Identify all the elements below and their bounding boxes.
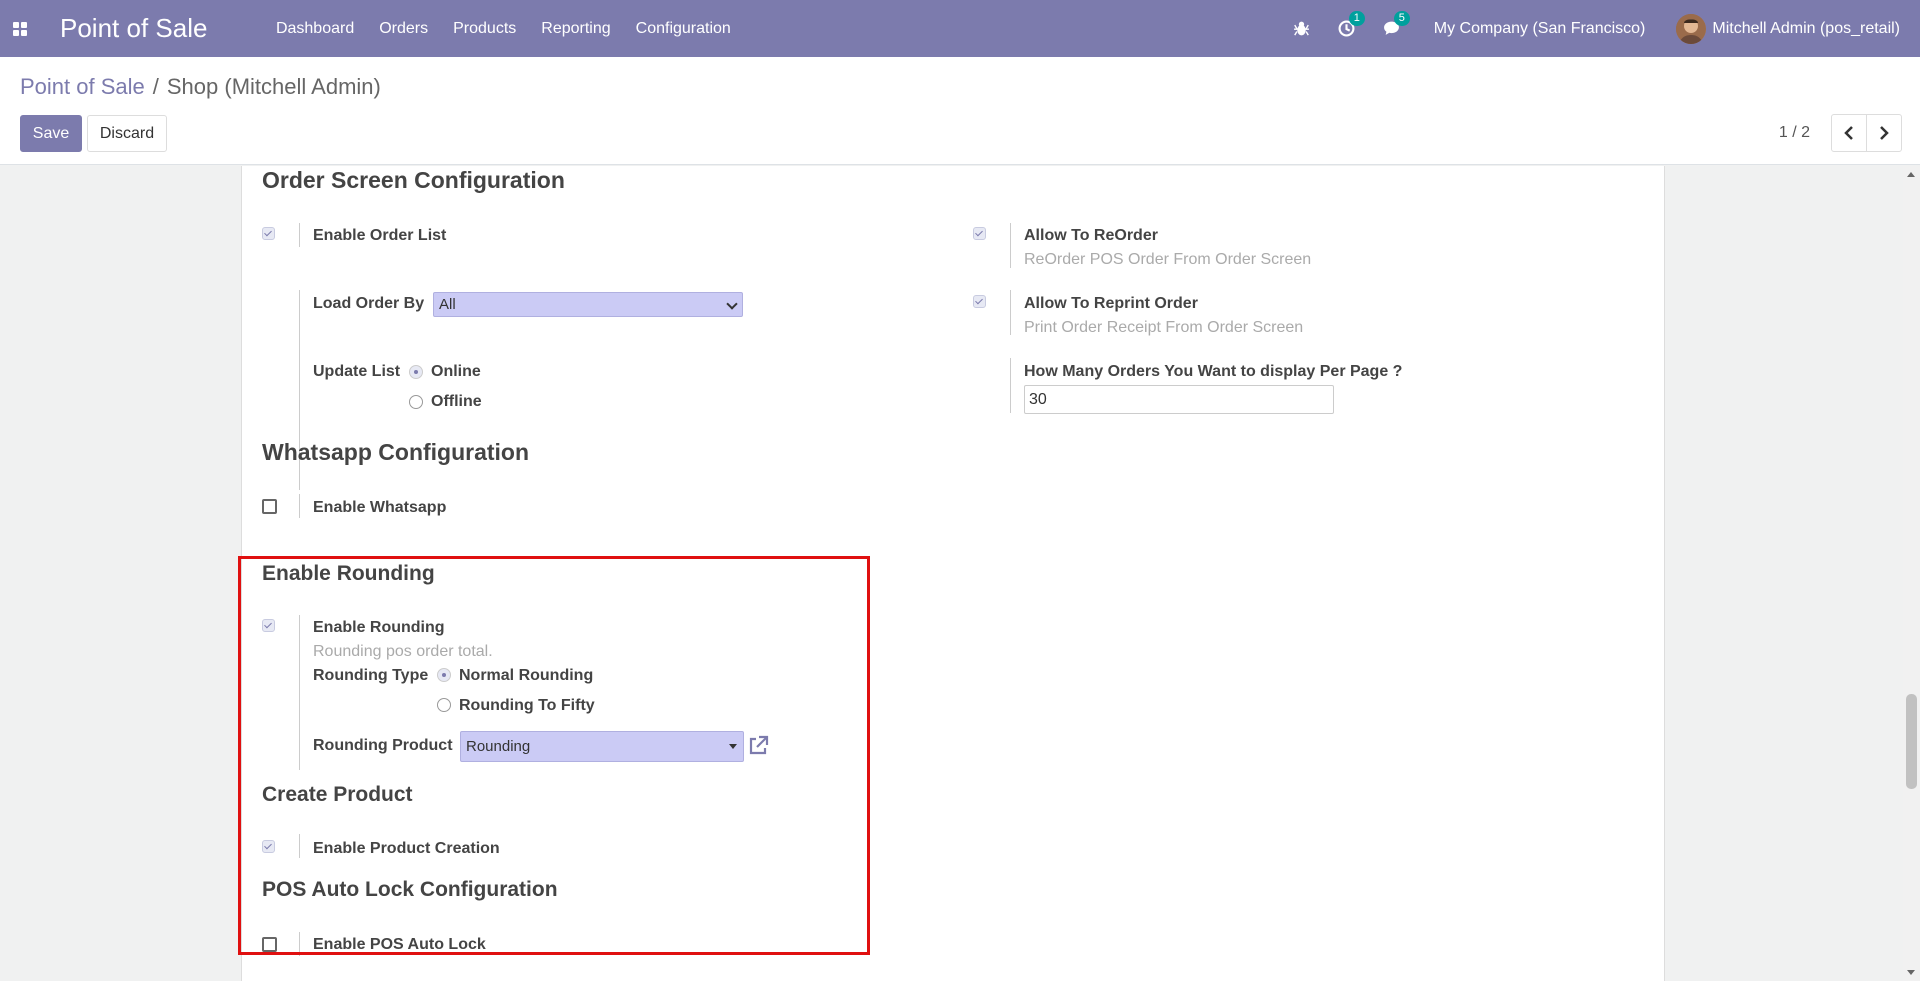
scrollbar-thumb[interactable] xyxy=(1906,694,1917,789)
load-order-by-label: Load Order By xyxy=(313,295,425,312)
breadcrumb-current: Shop (Mitchell Admin) xyxy=(166,74,381,99)
apps-menu-icon[interactable] xyxy=(0,0,40,57)
pager-previous-button[interactable] xyxy=(1831,114,1867,152)
enable-order-list-checkbox[interactable] xyxy=(262,227,275,240)
update-list-label: Update List xyxy=(313,363,401,380)
chevron-down-icon xyxy=(726,298,738,310)
order-screen-title: Order Screen Configuration xyxy=(262,167,565,193)
update-list-online-radio[interactable] xyxy=(409,365,423,379)
scroll-down-arrow-icon[interactable] xyxy=(1907,970,1915,975)
allow-reprint-help: Print Order Receipt From Order Screen xyxy=(1024,319,1304,336)
menu-configuration[interactable]: Configuration xyxy=(623,20,743,38)
update-list-offline-radio[interactable] xyxy=(409,395,423,409)
scroll-up-arrow-icon[interactable] xyxy=(1907,172,1915,177)
messages-chat-icon[interactable]: 5 xyxy=(1383,11,1410,37)
allow-reorder-label: Allow To ReOrder xyxy=(1024,227,1158,244)
load-order-by-select[interactable]: All xyxy=(433,292,743,317)
top-navbar: Point of Sale Dashboard Orders Products … xyxy=(0,0,1920,57)
allow-reprint-label: Allow To Reprint Order xyxy=(1024,295,1198,312)
menu-dashboard[interactable]: Dashboard xyxy=(263,20,366,38)
control-panel: Point of Sale / Shop (Mitchell Admin) Sa… xyxy=(0,57,1920,165)
update-list-offline-label: Offline xyxy=(431,393,482,410)
pager-value[interactable]: 1 / 2 xyxy=(1779,124,1810,142)
save-button[interactable]: Save xyxy=(20,115,82,152)
discard-button[interactable]: Discard xyxy=(87,115,167,152)
chevron-right-icon xyxy=(1880,126,1889,140)
menu-reporting[interactable]: Reporting xyxy=(529,20,623,38)
divider xyxy=(1010,290,1011,335)
divider xyxy=(1010,223,1011,268)
breadcrumb: Point of Sale / Shop (Mitchell Admin) xyxy=(20,74,381,100)
allow-reorder-help: ReOrder POS Order From Order Screen xyxy=(1024,251,1312,268)
company-switcher[interactable]: My Company (San Francisco) xyxy=(1434,20,1646,38)
activity-badge: 1 xyxy=(1348,11,1365,26)
allow-reorder-checkbox[interactable] xyxy=(973,227,986,240)
form-content-area: Order Screen Configuration Enable Order … xyxy=(0,166,1920,981)
main-menu: Dashboard Orders Products Reporting Conf… xyxy=(263,20,743,38)
allow-reprint-checkbox[interactable] xyxy=(973,295,986,308)
messages-badge: 5 xyxy=(1393,11,1410,26)
rounding-highlight-box xyxy=(238,556,870,955)
load-order-by-value: All xyxy=(439,296,456,313)
page-scrollbar[interactable] xyxy=(1903,166,1920,981)
breadcrumb-point-of-sale[interactable]: Point of Sale xyxy=(20,74,145,100)
enable-whatsapp-label: Enable Whatsapp xyxy=(313,499,447,516)
menu-orders[interactable]: Orders xyxy=(367,20,441,38)
pager-next-button[interactable] xyxy=(1866,114,1902,152)
whatsapp-title: Whatsapp Configuration xyxy=(262,439,530,465)
per-page-label: How Many Orders You Want to display Per … xyxy=(1024,363,1403,380)
divider xyxy=(299,494,300,518)
app-name[interactable]: Point of Sale xyxy=(60,13,207,44)
navbar-systray: 1 5 My Company (San Francisco) Mitchell … xyxy=(1279,0,1920,57)
chevron-left-icon xyxy=(1844,126,1853,140)
user-avatar[interactable] xyxy=(1676,13,1707,44)
divider xyxy=(1010,358,1011,413)
enable-whatsapp-checkbox[interactable] xyxy=(262,499,277,514)
menu-products[interactable]: Products xyxy=(441,20,529,38)
enable-order-list-label: Enable Order List xyxy=(313,227,447,244)
divider xyxy=(299,223,300,247)
activity-clock-icon[interactable]: 1 xyxy=(1338,11,1365,37)
debug-bug-icon[interactable] xyxy=(1293,20,1310,37)
breadcrumb-separator: / xyxy=(152,74,159,99)
per-page-input[interactable]: 30 xyxy=(1024,385,1334,414)
update-list-online-label: Online xyxy=(431,363,481,380)
user-menu[interactable]: Mitchell Admin (pos_retail) xyxy=(1712,20,1900,38)
